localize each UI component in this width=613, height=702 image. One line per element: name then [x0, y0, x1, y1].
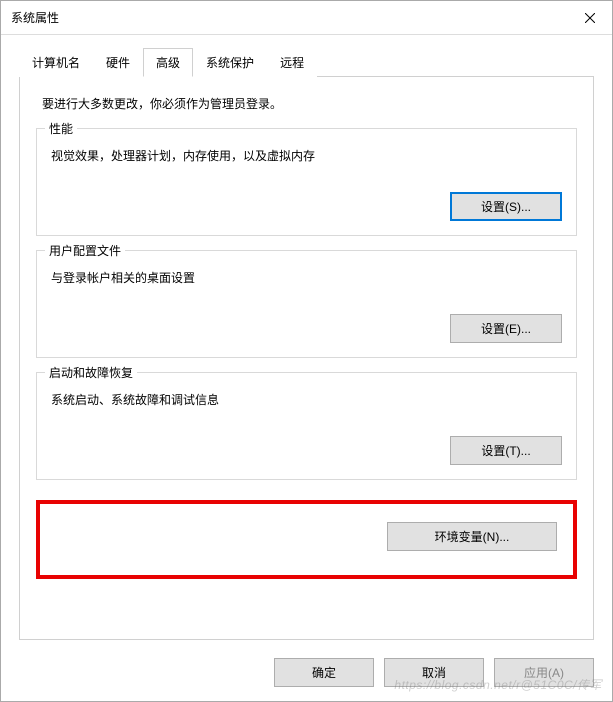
highlight-box: 环境变量(N)...: [36, 500, 577, 579]
performance-desc: 视觉效果，处理器计划，内存使用，以及虚拟内存: [51, 147, 562, 164]
titlebar: 系统属性: [1, 1, 612, 35]
user-profiles-settings-button[interactable]: 设置(E)...: [450, 314, 562, 343]
startup-recovery-button-row: 设置(T)...: [51, 436, 562, 465]
system-properties-window: 系统属性 计算机名 硬件 高级 系统保护 远程 要进行大多数更改，你必须作为管理…: [0, 0, 613, 702]
user-profiles-button-row: 设置(E)...: [51, 314, 562, 343]
tab-system-protection[interactable]: 系统保护: [193, 48, 267, 77]
startup-recovery-settings-button[interactable]: 设置(T)...: [450, 436, 562, 465]
tab-hardware[interactable]: 硬件: [93, 48, 143, 77]
performance-legend: 性能: [45, 120, 77, 137]
tab-remote[interactable]: 远程: [267, 48, 317, 77]
tab-advanced[interactable]: 高级: [143, 48, 193, 77]
dialog-button-bar: 确定 取消 应用(A): [1, 646, 612, 701]
user-profiles-legend: 用户配置文件: [45, 242, 125, 259]
ok-button[interactable]: 确定: [274, 658, 374, 687]
window-title: 系统属性: [11, 9, 59, 26]
close-icon: [585, 13, 595, 23]
startup-recovery-legend: 启动和故障恢复: [45, 364, 137, 381]
performance-group: 性能 视觉效果，处理器计划，内存使用，以及虚拟内存 设置(S)...: [36, 128, 577, 236]
cancel-button[interactable]: 取消: [384, 658, 484, 687]
dialog-content: 计算机名 硬件 高级 系统保护 远程 要进行大多数更改，你必须作为管理员登录。 …: [1, 35, 612, 646]
environment-variables-area: 环境变量(N)...: [36, 500, 577, 579]
environment-variables-button[interactable]: 环境变量(N)...: [387, 522, 557, 551]
close-button[interactable]: [567, 1, 612, 34]
user-profiles-group: 用户配置文件 与登录帐户相关的桌面设置 设置(E)...: [36, 250, 577, 358]
startup-recovery-group: 启动和故障恢复 系统启动、系统故障和调试信息 设置(T)...: [36, 372, 577, 480]
startup-recovery-desc: 系统启动、系统故障和调试信息: [51, 391, 562, 408]
performance-button-row: 设置(S)...: [51, 192, 562, 221]
user-profiles-desc: 与登录帐户相关的桌面设置: [51, 269, 562, 286]
admin-required-text: 要进行大多数更改，你必须作为管理员登录。: [36, 95, 577, 112]
apply-button[interactable]: 应用(A): [494, 658, 594, 687]
tab-panel-advanced: 要进行大多数更改，你必须作为管理员登录。 性能 视觉效果，处理器计划，内存使用，…: [19, 77, 594, 640]
tab-strip: 计算机名 硬件 高级 系统保护 远程: [19, 47, 594, 77]
tab-computer-name[interactable]: 计算机名: [19, 48, 93, 77]
performance-settings-button[interactable]: 设置(S)...: [450, 192, 562, 221]
